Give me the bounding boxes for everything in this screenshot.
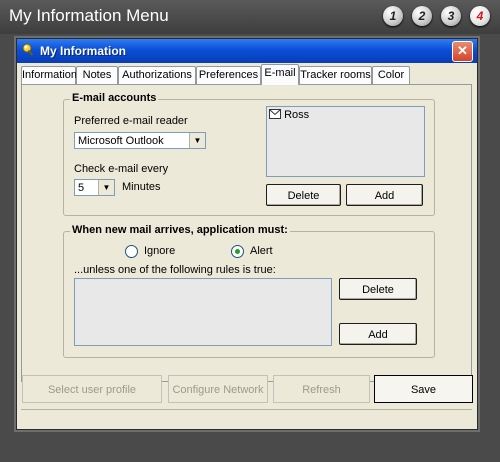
minutes-label: Minutes <box>122 181 161 193</box>
app-icon <box>22 43 34 56</box>
tab-authorizations[interactable]: Authorizations <box>118 66 196 84</box>
tab-information[interactable]: Information <box>21 66 77 84</box>
delete-account-button[interactable]: Delete <box>266 184 341 206</box>
new-mail-group: When new mail arrives, application must:… <box>63 224 435 358</box>
step-3-button[interactable]: 3 <box>441 6 461 26</box>
alert-radio[interactable] <box>231 245 244 258</box>
alert-label: Alert <box>250 245 273 257</box>
step-2-button[interactable]: 2 <box>412 6 432 26</box>
tab-tracker-rooms[interactable]: Tracker rooms <box>299 66 372 84</box>
tab-email[interactable]: E-mail <box>261 64 299 85</box>
rules-list[interactable] <box>74 278 332 346</box>
reader-select[interactable]: Microsoft Outlook ▼ <box>74 132 206 149</box>
status-bar <box>21 409 472 424</box>
delete-rule-button[interactable]: Delete <box>339 278 417 300</box>
configure-network-button[interactable]: Configure Network <box>168 375 268 403</box>
save-button[interactable]: Save <box>374 375 473 403</box>
outer-title: My Information Menu <box>9 6 169 25</box>
account-name: Ross <box>284 109 310 121</box>
envelope-icon <box>269 109 281 119</box>
select-user-profile-button[interactable]: Select user profile <box>22 375 162 403</box>
tab-bar: Information Notes Authorizations Prefere… <box>21 64 473 85</box>
tab-color[interactable]: Color <box>372 66 410 84</box>
close-button[interactable]: ✕ <box>452 41 473 62</box>
tab-preferences[interactable]: Preferences <box>196 66 261 84</box>
check-label: Check e-mail every <box>74 163 169 175</box>
refresh-button[interactable]: Refresh <box>273 375 370 403</box>
window-title: My Information <box>40 44 126 58</box>
check-interval-value: 5 <box>78 182 85 194</box>
list-item[interactable]: Ross <box>269 109 309 121</box>
add-account-button[interactable]: Add <box>346 184 423 206</box>
reader-value: Microsoft Outlook <box>78 135 164 147</box>
reader-label: Preferred e-mail reader <box>74 115 188 127</box>
chevron-down-icon: ▼ <box>98 180 114 195</box>
email-accounts-label: E-mail accounts <box>70 92 159 104</box>
my-information-dialog: My Information ✕ Information Notes Autho… <box>16 38 478 430</box>
check-interval-select[interactable]: 5 ▼ <box>74 179 115 196</box>
ignore-radio[interactable] <box>125 245 138 258</box>
email-tab-panel: E-mail accounts Preferred e-mail reader … <box>21 84 472 382</box>
accounts-list[interactable]: Ross <box>266 106 425 177</box>
titlebar: My Information ✕ <box>17 39 477 63</box>
email-accounts-group: E-mail accounts Preferred e-mail reader … <box>63 92 435 216</box>
add-rule-button[interactable]: Add <box>339 323 417 345</box>
tab-notes[interactable]: Notes <box>76 66 118 84</box>
rules-label: ...unless one of the following rules is … <box>74 264 276 276</box>
ignore-label: Ignore <box>144 245 176 257</box>
outer-header: My Information Menu 1 2 3 4 <box>0 0 500 34</box>
step-1-button[interactable]: 1 <box>383 6 403 26</box>
step-4-button[interactable]: 4 <box>470 6 490 26</box>
new-mail-label: When new mail arrives, application must: <box>70 224 290 236</box>
chevron-down-icon: ▼ <box>189 133 205 148</box>
